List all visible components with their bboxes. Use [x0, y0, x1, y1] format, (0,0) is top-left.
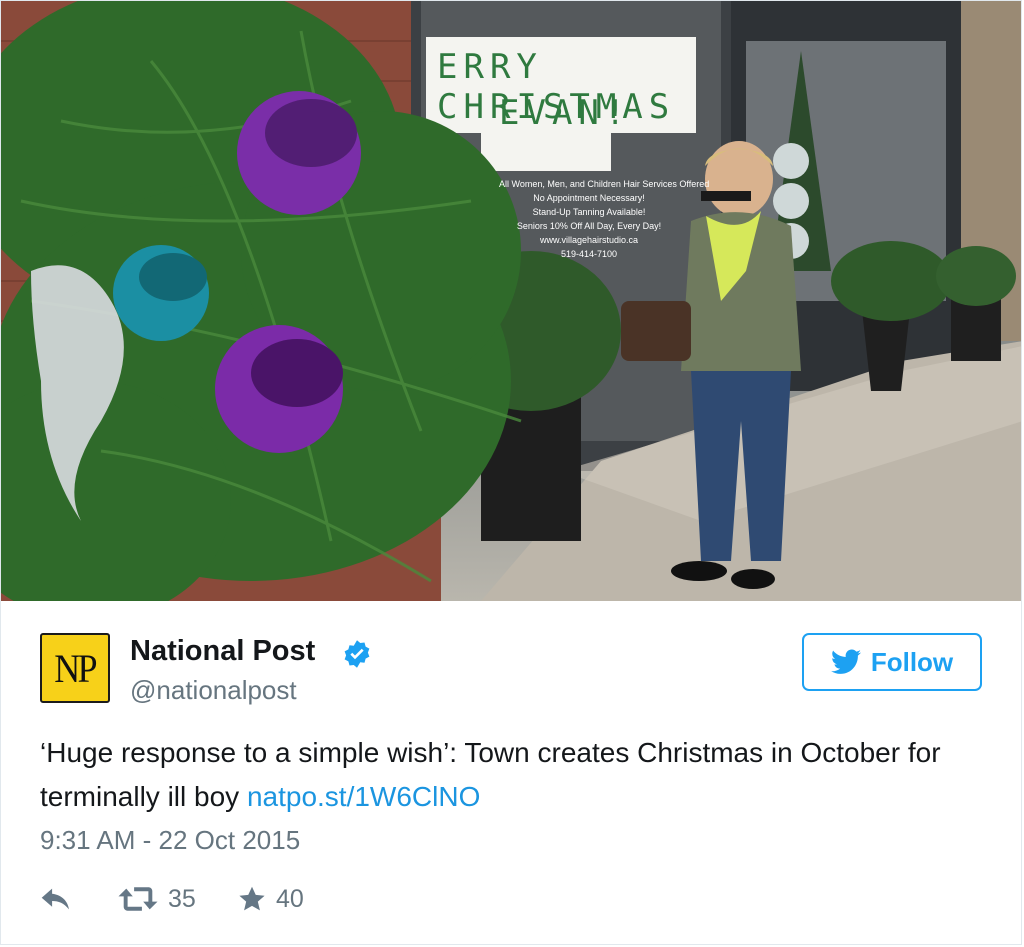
tweet-card: ERRY CHRISTMAS EVAN! All Women, Men, and… — [0, 0, 1022, 945]
retweet-count: 35 — [168, 884, 196, 913]
tweet-photo[interactable]: ERRY CHRISTMAS EVAN! All Women, Men, and… — [1, 1, 1021, 601]
tweet-actions: 35 40 — [40, 881, 440, 917]
like-button[interactable]: 40 — [238, 881, 304, 917]
account-handle[interactable]: @nationalpost — [130, 675, 297, 706]
logo-text: NP — [54, 645, 98, 691]
shop-window-notes: All Women, Men, and Children Hair Servic… — [499, 177, 710, 261]
reply-icon — [41, 888, 69, 910]
avatar[interactable]: NP — [40, 633, 110, 703]
star-icon — [239, 886, 265, 911]
tweet-timestamp[interactable]: 9:31 AM - 22 Oct 2015 — [40, 825, 300, 856]
twitter-bird-icon — [830, 649, 861, 674]
follow-button[interactable]: Follow — [802, 633, 982, 691]
retweet-button[interactable]: 35 — [118, 881, 196, 917]
shop-note: Seniors 10% Off All Day, Every Day! — [516, 221, 662, 231]
shop-note: No Appointment Necessary! — [533, 193, 645, 203]
tweet-header: NP National Post @nationalpost Follow — [40, 631, 990, 705]
reply-button[interactable] — [40, 881, 72, 917]
shop-note: Stand-Up Tanning Available! — [532, 207, 646, 217]
account-name[interactable]: National Post — [130, 635, 315, 668]
shop-note: All Women, Men, and Children Hair Servic… — [499, 179, 710, 189]
verified-badge-icon — [344, 640, 370, 668]
tweet-text: ‘Huge response to a simple wish’: Town c… — [40, 731, 980, 819]
shop-note: www.villagehairstudio.ca — [539, 235, 639, 245]
tweet-body: ‘Huge response to a simple wish’: Town c… — [40, 737, 941, 812]
follow-label: Follow — [870, 646, 954, 677]
retweet-icon — [118, 887, 158, 911]
shop-note: 519-414-7100 — [560, 249, 618, 259]
photo-scene — [1, 1, 1021, 601]
like-count: 40 — [276, 884, 304, 913]
tweet-link[interactable]: natpo.st/1W6ClNO — [247, 781, 480, 812]
